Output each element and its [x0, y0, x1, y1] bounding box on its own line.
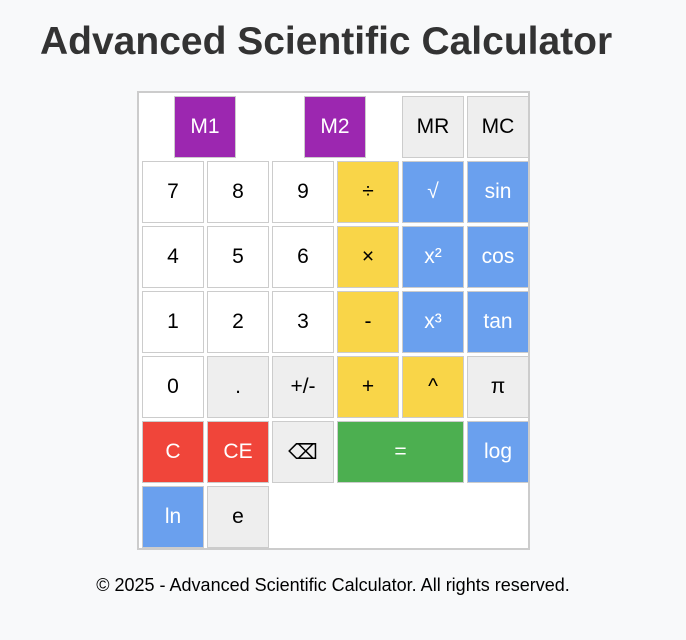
digit-4-button[interactable]: 4	[142, 226, 204, 288]
digit-8-button[interactable]: 8	[207, 161, 269, 223]
memory-m1-button[interactable]: M1	[174, 96, 236, 158]
digit-0-button[interactable]: 0	[142, 356, 204, 418]
log-button[interactable]: log	[467, 421, 529, 483]
square-root-button[interactable]: √	[402, 161, 464, 223]
memory-m2-button[interactable]: M2	[304, 96, 366, 158]
pi-button[interactable]: π	[467, 356, 529, 418]
negate-button[interactable]: +/-	[272, 356, 334, 418]
euler-e-button[interactable]: e	[207, 486, 269, 548]
digit-9-button[interactable]: 9	[272, 161, 334, 223]
digit-3-button[interactable]: 3	[272, 291, 334, 353]
equals-button[interactable]: =	[337, 421, 464, 483]
digit-6-button[interactable]: 6	[272, 226, 334, 288]
multiply-button[interactable]: ×	[337, 226, 399, 288]
backspace-button[interactable]: ⌫	[272, 421, 334, 483]
digit-2-button[interactable]: 2	[207, 291, 269, 353]
calculator-keypad: M1 M2 MR MC 7 8 9 ÷ √ sin 4 5 6 × x² cos…	[137, 91, 530, 550]
square-button[interactable]: x²	[402, 226, 464, 288]
divide-button[interactable]: ÷	[337, 161, 399, 223]
decimal-point-button[interactable]: .	[207, 356, 269, 418]
sin-button[interactable]: sin	[467, 161, 529, 223]
footer-copyright: © 2025 - Advanced Scientific Calculator.…	[96, 575, 570, 595]
memory-recall-button[interactable]: MR	[402, 96, 464, 158]
cube-button[interactable]: x³	[402, 291, 464, 353]
tan-button[interactable]: tan	[467, 291, 529, 353]
power-button[interactable]: ^	[402, 356, 464, 418]
cos-button[interactable]: cos	[467, 226, 529, 288]
digit-7-button[interactable]: 7	[142, 161, 204, 223]
clear-button[interactable]: C	[142, 421, 204, 483]
digit-5-button[interactable]: 5	[207, 226, 269, 288]
subtract-button[interactable]: -	[337, 291, 399, 353]
digit-1-button[interactable]: 1	[142, 291, 204, 353]
clear-entry-button[interactable]: CE	[207, 421, 269, 483]
page-title: Advanced Scientific Calculator	[40, 20, 613, 63]
ln-button[interactable]: ln	[142, 486, 204, 548]
add-button[interactable]: +	[337, 356, 399, 418]
memory-clear-button[interactable]: MC	[467, 96, 529, 158]
